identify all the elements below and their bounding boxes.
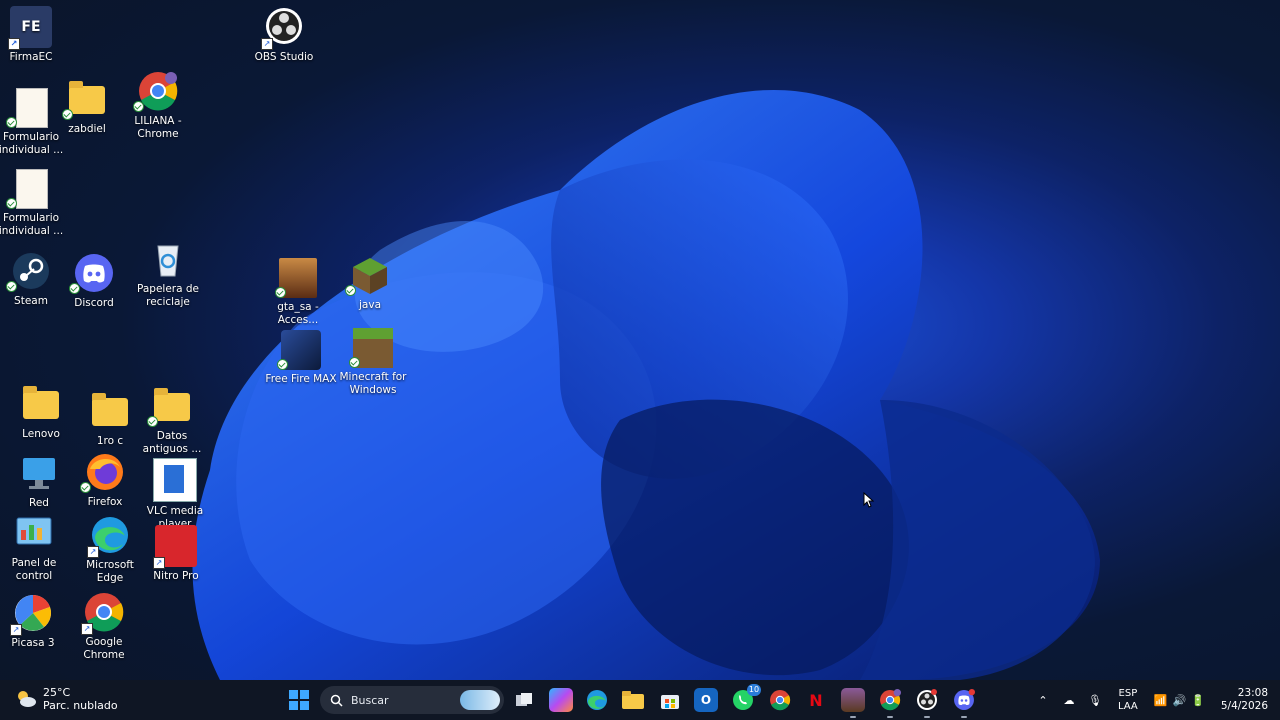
desktop-icon-nitro-pro[interactable]: ↗ Nitro Pro — [140, 525, 212, 583]
desktop-icon-discord[interactable]: Discord — [58, 252, 130, 310]
desktop-icon-gta-sa[interactable]: gta_sa - Acces... — [262, 258, 334, 327]
minecraft-grass-icon — [345, 254, 391, 296]
taskbar-obs[interactable] — [915, 688, 939, 718]
start-button[interactable] — [287, 688, 311, 712]
desktop-icon-papelera[interactable]: Papelera de reciclaje — [132, 238, 204, 309]
taskbar-whatsapp[interactable]: 10 — [731, 684, 761, 712]
desktop-icon-picasa[interactable]: ↗ Picasa 3 — [0, 592, 69, 650]
taskbar-discord[interactable] — [952, 688, 976, 718]
document-icon — [6, 86, 52, 128]
weather-desc: Parc. nublado — [43, 699, 118, 712]
free-fire-icon — [277, 330, 321, 370]
chrome-icon — [770, 690, 791, 711]
taskbar-chrome-profile[interactable] — [878, 688, 902, 718]
desktop-icon-vlc[interactable]: VLC media player — [139, 458, 211, 531]
taskbar-netflix[interactable]: N — [804, 688, 828, 712]
network-icon — [18, 452, 60, 494]
desktop-icon-datos-antiguos[interactable]: Datos antiguos ... — [136, 385, 208, 456]
whatsapp-badge: 10 — [747, 684, 761, 696]
firmaec-icon: FE ↗ — [8, 6, 52, 50]
clock[interactable]: 23:08 5/4/2026 — [1221, 687, 1268, 713]
search-box[interactable]: Buscar — [320, 686, 504, 714]
nitro-pro-icon: ↗ — [153, 525, 197, 569]
task-view-icon — [516, 693, 532, 706]
desktop-icon-zabdiel[interactable]: zabdiel — [51, 78, 123, 136]
desktop-icon-firefox[interactable]: Firefox — [69, 451, 141, 509]
control-panel-icon — [13, 512, 55, 554]
taskbar-chrome[interactable] — [768, 688, 792, 712]
taskbar: 25°C Parc. nublado Buscar O 10 N ⌃ ☁ 🎙 E… — [0, 680, 1280, 720]
folder-icon — [89, 390, 131, 432]
picasa-icon: ↗ — [10, 592, 54, 636]
desktop-icon-java[interactable]: java — [334, 254, 406, 312]
wifi-icon[interactable]: 📶 — [1154, 694, 1168, 707]
recycle-bin-icon — [147, 238, 189, 280]
folder-icon — [622, 691, 644, 709]
partly-cloudy-icon — [18, 691, 36, 707]
taskbar-file-explorer[interactable] — [621, 688, 645, 712]
desktop-icon-firmaec[interactable]: FE ↗ FirmaEC — [0, 6, 67, 64]
steam-icon — [6, 250, 52, 292]
vlc-icon — [153, 458, 197, 502]
weather-widget[interactable]: 25°C Parc. nublado — [14, 686, 118, 712]
folder-icon — [147, 385, 193, 427]
desktop-icon-google-chrome[interactable]: ↗ Google Chrome — [68, 591, 140, 662]
language-indicator[interactable]: ESP LAA — [1118, 687, 1138, 713]
chrome-icon — [880, 689, 901, 711]
microphone-icon[interactable]: 🎙 — [1086, 694, 1104, 707]
taskbar-task-view[interactable] — [512, 688, 536, 712]
desktop-icon-liliana-chrome[interactable]: LILIANA - Chrome — [122, 70, 194, 141]
desktop-icon-free-fire-max[interactable]: Free Fire MAX — [265, 330, 337, 386]
folder-icon — [62, 78, 108, 120]
discord-icon — [954, 689, 975, 710]
windows-logo-icon — [289, 690, 309, 710]
battery-icon[interactable]: 🔋 — [1191, 694, 1205, 707]
obs-studio-icon: ↗ — [261, 6, 305, 50]
user-folder-icon — [20, 383, 62, 425]
desktop-icon-formulario-2[interactable]: Formulario individual ... — [0, 167, 67, 238]
taskbar-edge[interactable] — [585, 688, 609, 712]
chevron-up-icon[interactable]: ⌃ — [1034, 694, 1052, 707]
document-icon — [6, 167, 52, 209]
desktop-icon-minecraft-windows[interactable]: Minecraft for Windows — [337, 328, 409, 397]
desktop-icon-obs-studio[interactable]: ↗ OBS Studio — [248, 6, 320, 64]
chrome-icon: ↗ — [81, 591, 125, 635]
minecraft-icon — [349, 328, 393, 368]
volume-icon[interactable]: 🔊 — [1172, 694, 1186, 707]
desktop-icon-red[interactable]: Red — [3, 452, 75, 510]
mouse-cursor-icon — [863, 492, 875, 508]
store-icon — [661, 695, 679, 709]
weather-temp: 25°C — [43, 686, 71, 699]
system-tray: ⌃ ☁ 🎙 ESP LAA 📶 🔊 🔋 23:08 5/4/2026 — [1034, 680, 1268, 720]
desktop-icon-microsoft-edge[interactable]: ↗ Microsoft Edge — [74, 514, 146, 585]
taskbar-store[interactable] — [658, 688, 682, 712]
gta-sa-icon — [275, 258, 317, 298]
search-placeholder: Buscar — [351, 693, 389, 707]
edge-icon — [587, 690, 607, 710]
onedrive-icon[interactable]: ☁ — [1060, 694, 1078, 707]
outlook-icon: O — [700, 693, 712, 707]
desktop-icon-steam[interactable]: Steam — [0, 250, 67, 308]
search-highlight-image — [460, 690, 500, 710]
desktop-icon-lenovo[interactable]: Lenovo — [5, 383, 77, 441]
edge-icon: ↗ — [87, 514, 131, 558]
netflix-icon: N — [809, 690, 823, 710]
discord-icon — [69, 252, 115, 294]
obs-studio-icon — [917, 689, 937, 710]
firefox-icon — [80, 451, 126, 493]
taskbar-copilot[interactable] — [549, 688, 573, 712]
chrome-icon — [133, 70, 179, 112]
taskbar-outlook[interactable]: O — [694, 688, 718, 712]
desktop-icon-panel-de-control[interactable]: Panel de control — [0, 512, 70, 583]
search-icon — [330, 694, 343, 707]
taskbar-winrar[interactable] — [841, 688, 865, 718]
